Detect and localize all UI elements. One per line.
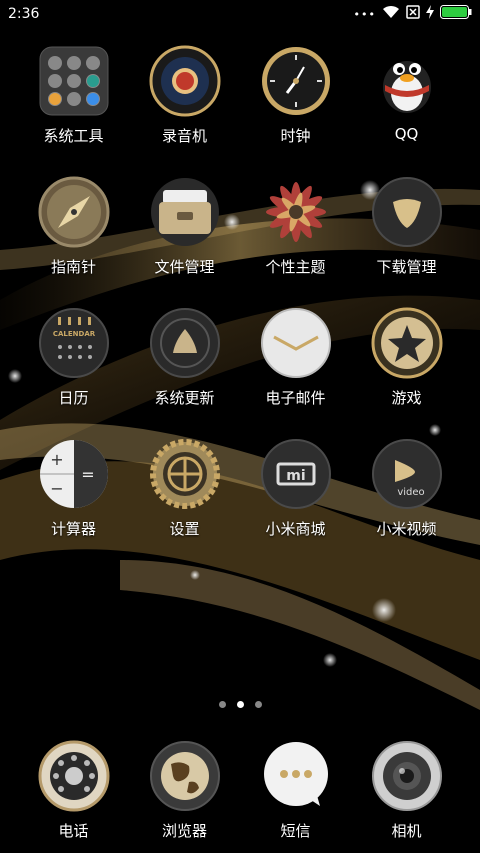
folder-icon [38,45,110,117]
app-label: 录音机 [161,127,207,145]
charging-icon [426,5,434,23]
dock-label: 浏览器 [161,822,207,840]
calendar-icon-text: CALENDAR [52,330,95,338]
app-label: QQ [394,125,419,143]
file-manager-icon [149,176,221,248]
status-bar: 2:36 ••• [0,0,480,28]
dock-label: 相机 [391,822,422,840]
messages-bubble-icon [260,740,332,812]
no-sim-icon [406,5,420,23]
compass-icon [38,176,110,248]
mi-store-icon: mi [260,438,332,510]
app-label: 小米视频 [376,520,437,538]
dock: 电话 浏览器 短信 相机 [0,740,480,841]
battery-icon [440,5,472,23]
app-file-manager[interactable]: 文件管理 [129,176,240,307]
app-calculator[interactable]: + − = 计算器 [18,438,129,569]
app-clock[interactable]: 时钟 [240,45,351,176]
phone-dial-icon [38,740,110,812]
app-grid: 系统工具 录音机 时钟 QQ 指南针 文件管理 个性主题 下载管理 CALEND… [0,45,480,569]
app-label: 系统工具 [43,127,104,145]
dock-label: 电话 [58,822,89,840]
app-mi-video[interactable]: video 小米视频 [351,438,462,569]
app-games[interactable]: 游戏 [351,307,462,438]
status-icons: ••• [354,5,472,23]
mi-video-icon: video [371,438,443,510]
calendar-icon: CALENDAR [38,307,110,379]
app-label: 日历 [58,389,89,407]
app-label: 指南针 [50,258,96,276]
svg-text:−: − [50,479,63,498]
app-label: 游戏 [391,389,422,407]
recorder-icon [149,45,221,117]
dock-phone[interactable]: 电话 [18,740,129,841]
dock-camera[interactable]: 相机 [351,740,462,841]
page-dot-active[interactable] [236,701,244,708]
app-label: 小米商城 [265,520,326,538]
page-indicator [0,701,480,708]
download-icon [371,176,443,248]
mi-store-icon-text: mi [286,468,305,484]
camera-lens-icon [371,740,443,812]
app-label: 设置 [169,520,200,538]
page-dot[interactable] [218,701,226,708]
app-label: 计算器 [50,520,96,538]
app-label: 时钟 [280,127,311,145]
dock-messages[interactable]: 短信 [240,740,351,841]
qq-penguin-icon [371,45,443,117]
app-system-update[interactable]: 系统更新 [129,307,240,438]
app-calendar[interactable]: CALENDAR 日历 [18,307,129,438]
dock-browser[interactable]: 浏览器 [129,740,240,841]
system-update-icon [149,307,221,379]
app-mi-store[interactable]: mi 小米商城 [240,438,351,569]
more-notifications-icon: ••• [353,7,376,21]
page-dot[interactable] [254,701,262,708]
app-system-tools[interactable]: 系统工具 [18,45,129,176]
app-email[interactable]: 电子邮件 [240,307,351,438]
app-label: 下载管理 [376,258,437,276]
app-recorder[interactable]: 录音机 [129,45,240,176]
wifi-icon [382,5,400,23]
dock-label: 短信 [280,822,311,840]
browser-globe-icon [149,740,221,812]
app-label: 个性主题 [265,258,326,276]
app-label: 电子邮件 [265,389,326,407]
clock-icon [260,45,332,117]
svg-text:+: + [50,450,63,469]
email-icon [260,307,332,379]
app-compass[interactable]: 指南针 [18,176,129,307]
app-downloads[interactable]: 下载管理 [351,176,462,307]
app-themes[interactable]: 个性主题 [240,176,351,307]
app-settings[interactable]: 设置 [129,438,240,569]
status-time: 2:36 [8,6,40,22]
games-star-icon [371,307,443,379]
settings-gear-icon [149,438,221,510]
themes-flower-icon [260,176,332,248]
mi-video-icon-text: video [397,487,424,498]
calculator-icon: + − = [38,438,110,510]
svg-text:=: = [81,465,94,484]
app-qq[interactable]: QQ [351,45,462,176]
app-label: 系统更新 [154,389,215,407]
app-label: 文件管理 [154,258,215,276]
